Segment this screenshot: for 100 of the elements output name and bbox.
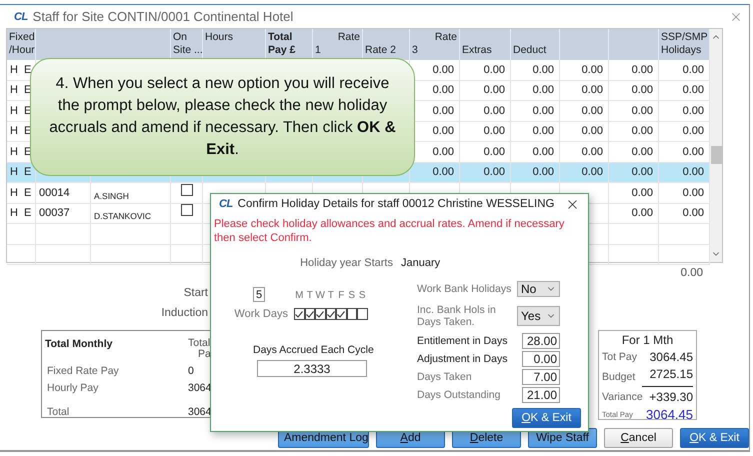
column-header[interactable]: Deduct — [511, 29, 560, 60]
table-cell — [609, 244, 659, 265]
column-header[interactable]: Fixed /Hour — [7, 29, 36, 60]
panel-title: For 1 Mth — [620, 333, 674, 347]
table-cell: 0.00 — [511, 162, 560, 183]
table-cell: H E — [7, 162, 36, 183]
day-checkbox[interactable] — [357, 308, 368, 320]
dialog-title: Confirm Holiday Details for staff 00012 Christine WESSELING — [238, 198, 554, 210]
table-cell: H E — [7, 183, 36, 204]
table-cell: 0.00 — [560, 162, 609, 183]
row-label: Hourly Pay — [46, 382, 100, 396]
input-field[interactable]: 28.00 — [522, 333, 560, 349]
input-field[interactable]: 21.00 — [522, 387, 560, 403]
column-header[interactable]: Rate 2 — [363, 29, 410, 60]
table-cell: 0.00 — [609, 60, 659, 80]
table-cell — [36, 224, 91, 244]
column-header[interactable]: Hours — [203, 29, 266, 60]
field-label: Days Taken — [417, 371, 473, 383]
table-cell: D.STANKOVIC — [91, 204, 171, 224]
table-cell: 0.00 — [609, 204, 659, 224]
table-cell: 0.00 — [609, 122, 659, 142]
day-letter: T — [306, 290, 314, 300]
field-label: Induction — [161, 307, 208, 319]
dropdown[interactable]: Yes — [517, 306, 560, 326]
day-letter: S — [358, 290, 367, 300]
column-header[interactable]: Rate 1 — [313, 29, 363, 60]
app-logo: CL — [219, 198, 233, 210]
field-label: Holiday year Starts — [299, 257, 393, 269]
row-label: Variance — [602, 391, 642, 403]
panel-title: Total Monthly — [45, 337, 114, 350]
table-cell: 0.00 — [511, 122, 560, 142]
day-checkbox[interactable] — [346, 308, 357, 320]
dropdown[interactable]: No — [517, 281, 560, 297]
table-cell: 0.00 — [609, 101, 659, 122]
action-button[interactable]: Cancel — [604, 428, 673, 448]
table-cell — [36, 244, 91, 265]
table-cell: 0.00 — [560, 60, 609, 80]
table-cell: 0.00 — [560, 101, 609, 122]
row-value: 3064 — [188, 382, 212, 396]
table-cell: 0.00 — [511, 60, 560, 80]
table-cell — [7, 224, 36, 244]
field-label: Adjustment in Days — [417, 353, 508, 365]
app-logo: CL — [14, 10, 28, 22]
row-label: Fixed Rate Pay — [46, 365, 120, 379]
table-cell: 0.00 — [659, 162, 710, 183]
column-header[interactable]: Rate 3 — [410, 29, 460, 60]
warning-message: Please check holiday allowances and accrual rates. Amend if necessary then select Confirm. — [214, 218, 566, 245]
day-checkbox[interactable] — [304, 308, 315, 320]
table-cell: 0.00 — [410, 162, 460, 183]
day-checkbox[interactable] — [294, 308, 304, 320]
row-value: 3064.45 — [645, 407, 693, 422]
field-label: Inc. Bank Hols in Days Taken. — [417, 304, 497, 328]
table-cell: 0.00 — [560, 80, 609, 101]
ok-exit-button[interactable]: OK & Exit — [512, 408, 581, 428]
table-cell: 0.00 — [511, 101, 560, 122]
table-cell — [7, 244, 36, 265]
day-letter: S — [347, 290, 356, 300]
column-header[interactable]: Total Pay £ — [266, 29, 313, 60]
table-cell: 0.00 — [609, 80, 659, 101]
table-cell: 0.00 — [609, 162, 659, 183]
row-value: 2725.15 — [642, 367, 693, 387]
day-letter: W — [315, 290, 326, 300]
day-letter: F — [337, 290, 346, 300]
days-count-field[interactable]: 5 — [253, 287, 265, 302]
column-header[interactable]: Extras — [460, 29, 511, 60]
scroll-thumb[interactable] — [711, 146, 723, 164]
day-checkbox[interactable] — [326, 308, 336, 320]
field-label: Days Accrued Each Cycle — [253, 344, 374, 357]
field-value: January — [401, 257, 440, 269]
row-value: +339.30 — [648, 390, 693, 404]
field-label: Start — [184, 287, 208, 299]
field-label: Entitlement in Days — [417, 335, 508, 347]
checkbox[interactable] — [180, 184, 192, 196]
table-cell: A.SINGH — [91, 183, 171, 204]
field-label: Days Outstanding — [417, 389, 502, 401]
day-checkbox[interactable] — [315, 308, 326, 320]
table-cell: H E — [7, 204, 36, 224]
table-cell: 0.00 — [460, 101, 511, 122]
row-label: Total — [46, 406, 70, 420]
input-field[interactable]: 0.00 — [522, 351, 560, 367]
window-title: Staff for Site CONTIN/0001 Continental Hotel — [32, 9, 294, 24]
table-cell: 0.00 — [460, 162, 511, 183]
scrollbar[interactable] — [710, 29, 722, 262]
table-cell: 0.00 — [560, 122, 609, 142]
day-checkbox[interactable] — [336, 308, 346, 320]
accrued-field[interactable]: 2.3333 — [257, 360, 367, 377]
callout-text: 4. When you select a new option you will receive the prompt below, please check the new holiday accruals and amend if necessary. Then click OK & Exit. — [48, 74, 397, 160]
action-button[interactable]: OK & Exit — [680, 428, 749, 448]
row-value: 0 — [188, 365, 195, 379]
column-header[interactable]: SSP/SMP Holidays — [659, 29, 710, 60]
table-cell: 0.00 — [511, 80, 560, 101]
table-cell: 0.00 — [609, 183, 659, 204]
field-label: Work Days — [234, 308, 288, 320]
row-value: 3064.45 — [648, 350, 693, 364]
table-cell: 0.00 — [460, 60, 511, 80]
checkbox[interactable] — [180, 204, 192, 216]
column-header[interactable]: On Site ... — [171, 29, 203, 60]
table-cell: 0.00 — [460, 80, 511, 101]
table-cell — [609, 224, 659, 244]
input-field[interactable]: 7.00 — [522, 369, 560, 385]
